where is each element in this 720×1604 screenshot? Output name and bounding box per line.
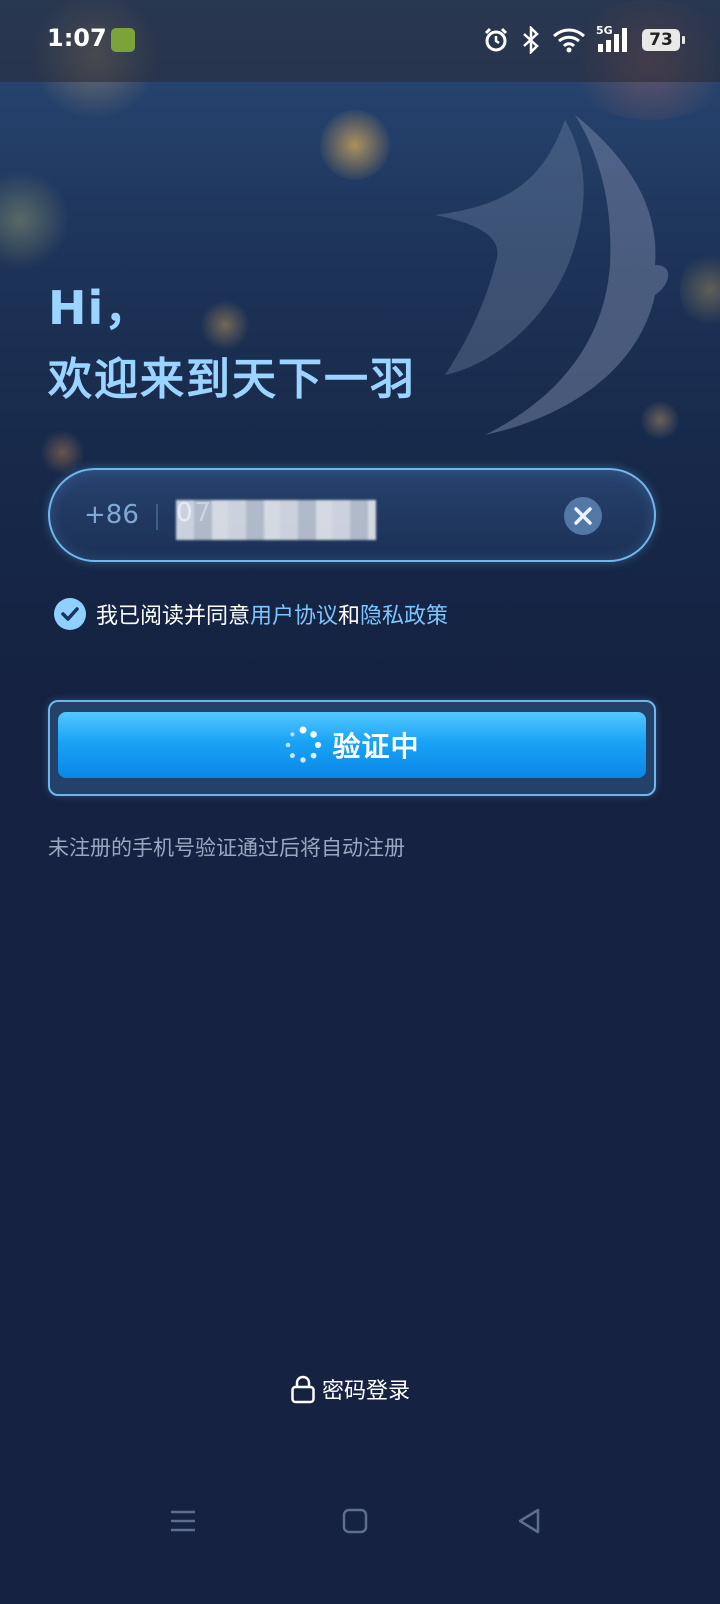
status-icons: 5G 73 [482, 22, 685, 58]
password-login-link[interactable]: 密码登录 [290, 1373, 410, 1405]
agreement-checkbox[interactable] [54, 598, 86, 630]
background-bokeh [320, 110, 390, 180]
battery-icon: 73 [642, 29, 685, 51]
verify-button-face[interactable]: 验证中 [58, 712, 646, 778]
password-login-label: 密码登录 [322, 1379, 411, 1404]
clear-input-button[interactable] [564, 497, 602, 535]
redacted-phone-number [176, 500, 376, 540]
background-bokeh [0, 170, 70, 270]
status-time: 1:07 [47, 24, 107, 52]
background-bokeh [680, 250, 720, 330]
country-code-selector[interactable]: +86 [84, 500, 139, 530]
close-icon [574, 507, 592, 525]
cellular-signal-icon: 5G [596, 24, 632, 54]
bluetooth-icon [523, 26, 539, 54]
privacy-policy-link[interactable]: 隐私政策 [360, 598, 448, 630]
system-navigation-bar [0, 1490, 720, 1560]
home-icon[interactable] [342, 1508, 368, 1534]
feather-logo-icon [435, 115, 669, 435]
agreement-prefix: 我已阅读并同意 [96, 604, 251, 629]
user-agreement-link[interactable]: 用户协议 [250, 598, 338, 630]
checkmark-icon [61, 607, 79, 621]
page-title: 欢迎来到天下一羽 [48, 354, 416, 405]
background-bokeh [40, 430, 85, 475]
greeting-hi: Hi， [48, 281, 152, 335]
login-screen: 1:07 5G 73 Hi， 欢迎来到天下一羽 +86 我已阅读并同意 用户协议… [0, 0, 720, 1604]
verify-button-label: 验证中 [332, 730, 420, 763]
phone-input-field[interactable]: +86 07 [48, 468, 656, 562]
verify-button[interactable]: 验证中 [48, 700, 656, 796]
divider [156, 504, 158, 530]
lock-icon [291, 1375, 315, 1404]
back-icon[interactable] [516, 1508, 542, 1534]
menu-icon[interactable] [170, 1508, 196, 1534]
status-bar: 1:07 5G 73 [0, 0, 720, 82]
agreement-and: 和 [338, 604, 361, 629]
app-notification-icon [111, 28, 135, 52]
alarm-icon [484, 27, 508, 52]
loading-spinner-icon [286, 726, 322, 763]
auto-register-note: 未注册的手机号验证通过后将自动注册 [48, 836, 405, 860]
wifi-icon [553, 28, 585, 53]
agreement-row: 我已阅读并同意 用户协议 和 隐私政策 [54, 597, 448, 631]
